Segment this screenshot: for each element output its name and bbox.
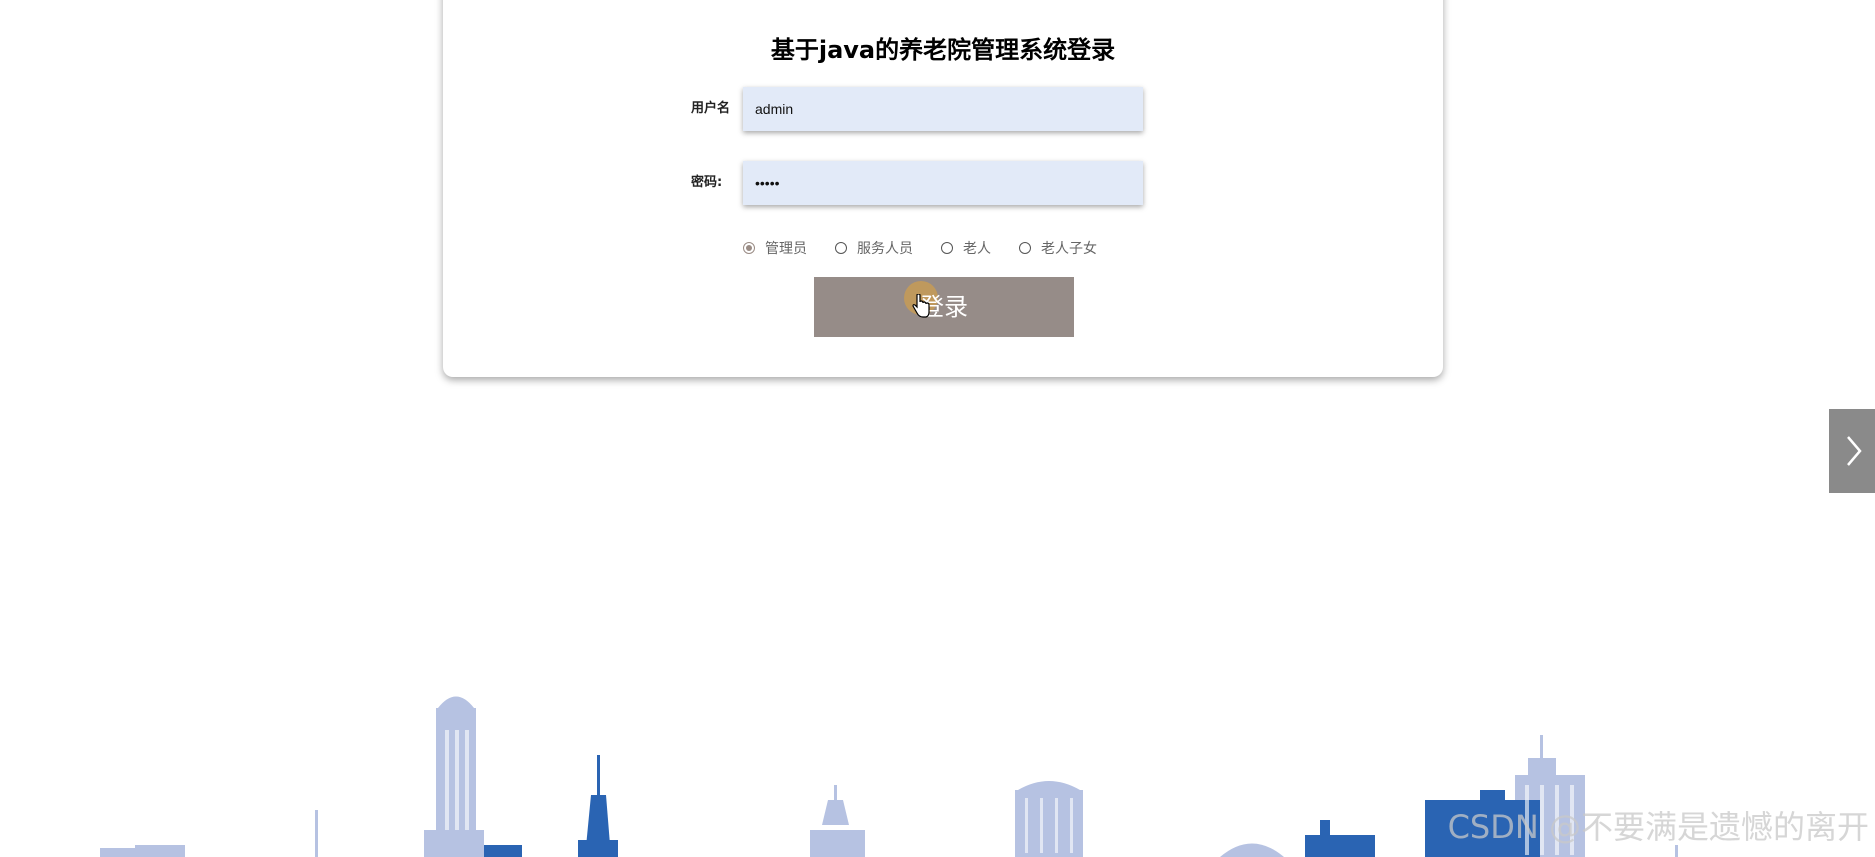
password-input[interactable] <box>743 161 1143 205</box>
role-label: 老人子女 <box>1041 241 1097 257</box>
username-label: 用户名 <box>691 101 731 116</box>
hand-pointer-icon <box>912 294 930 318</box>
role-label: 管理员 <box>765 241 807 257</box>
radio-unchecked-icon[interactable] <box>835 242 847 254</box>
radio-checked-icon[interactable] <box>743 242 755 254</box>
password-row: 密码: <box>443 161 1443 205</box>
password-label: 密码: <box>691 175 723 190</box>
role-option-admin[interactable]: 管理员 <box>743 238 807 258</box>
login-button[interactable]: 登录 <box>814 277 1074 337</box>
watermark: CSDN @不要满是遗憾的离开 <box>1447 808 1869 846</box>
next-slide-button[interactable] <box>1829 409 1875 493</box>
page-title: 基于java的养老院管理系统登录 <box>770 36 1116 64</box>
role-radio-group: 管理员 服务人员 老人 老人子女 <box>743 238 1125 258</box>
role-label: 服务人员 <box>857 241 913 257</box>
role-label: 老人 <box>963 241 991 257</box>
radio-unchecked-icon[interactable] <box>941 242 953 254</box>
role-option-elder-children[interactable]: 老人子女 <box>1019 238 1097 258</box>
username-input[interactable] <box>743 87 1143 131</box>
chevron-right-icon <box>1847 436 1862 466</box>
radio-unchecked-icon[interactable] <box>1019 242 1031 254</box>
role-option-elder[interactable]: 老人 <box>941 238 991 258</box>
role-option-staff[interactable]: 服务人员 <box>835 238 913 258</box>
login-page: 基于java的养老院管理系统登录 用户名 密码: 管理员 服务人员 老人 <box>0 0 1875 857</box>
login-card: 基于java的养老院管理系统登录 用户名 密码: 管理员 服务人员 老人 <box>443 0 1443 377</box>
username-row: 用户名 <box>443 87 1443 131</box>
